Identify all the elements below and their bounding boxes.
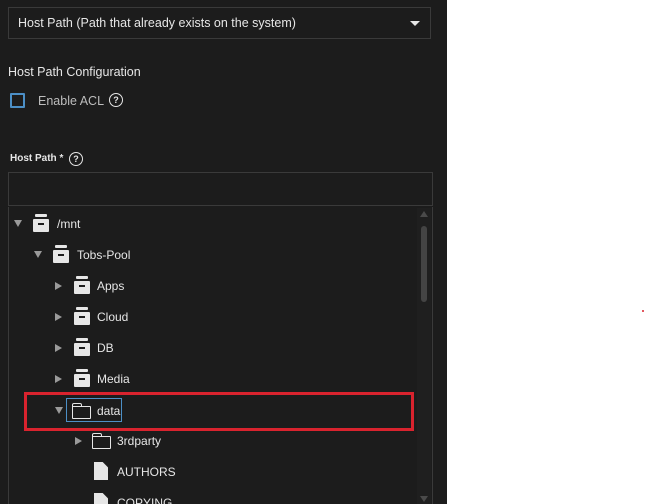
help-icon[interactable]: ?: [109, 93, 123, 107]
tree-node-label: /mnt: [57, 217, 81, 231]
volume-type-select[interactable]: Host Path (Path that already exists on t…: [8, 7, 431, 39]
tree-node-label: DB: [97, 341, 114, 355]
tree-node-label: Media: [97, 372, 130, 386]
file-icon: [94, 462, 110, 481]
chevron-down-icon[interactable]: [410, 21, 420, 26]
collapse-toggle-icon[interactable]: [55, 282, 62, 290]
file-tree: [8, 207, 433, 504]
enable-acl-label[interactable]: Enable ACL: [38, 94, 104, 108]
expand-toggle-icon[interactable]: [34, 251, 42, 258]
annotation-highlight-box: [24, 392, 414, 431]
dataset-icon: [73, 369, 91, 388]
collapse-toggle-icon[interactable]: [55, 344, 62, 352]
dataset-icon: [73, 276, 91, 295]
folder-icon: [92, 433, 112, 449]
stray-red-dot: [642, 310, 644, 312]
host-path-label: Host Path *: [10, 153, 64, 164]
dataset-icon: [52, 245, 70, 264]
collapse-toggle-icon[interactable]: [55, 375, 62, 383]
volume-type-value: Host Path (Path that already exists on t…: [18, 16, 296, 30]
tree-node-label: 3rdparty: [117, 434, 162, 448]
enable-acl-checkbox[interactable]: [10, 93, 25, 108]
scroll-down-icon[interactable]: [420, 496, 428, 502]
dataset-icon: [73, 338, 91, 357]
dataset-icon: [32, 214, 50, 233]
tree-scrollbar[interactable]: [417, 208, 431, 504]
dataset-icon: [73, 307, 91, 326]
tree-node-label: AUTHORS: [117, 465, 176, 479]
tree-node-label: Cloud: [97, 310, 129, 324]
collapse-toggle-icon[interactable]: [55, 313, 62, 321]
tree-node-label: COPYING: [117, 496, 173, 504]
host-path-panel: Host Path (Path that already exists on t…: [0, 0, 447, 504]
scroll-up-icon[interactable]: [420, 211, 428, 217]
help-icon[interactable]: ?: [69, 152, 83, 166]
file-icon: [94, 493, 110, 504]
collapse-toggle-icon[interactable]: [75, 437, 82, 445]
scroll-thumb[interactable]: [421, 226, 427, 302]
host-path-input[interactable]: [8, 172, 433, 206]
tree-node-label: Apps: [97, 279, 125, 293]
tree-node-label: Tobs-Pool: [77, 248, 131, 262]
expand-toggle-icon[interactable]: [14, 220, 22, 227]
host-path-configuration-title: Host Path Configuration: [8, 65, 141, 79]
